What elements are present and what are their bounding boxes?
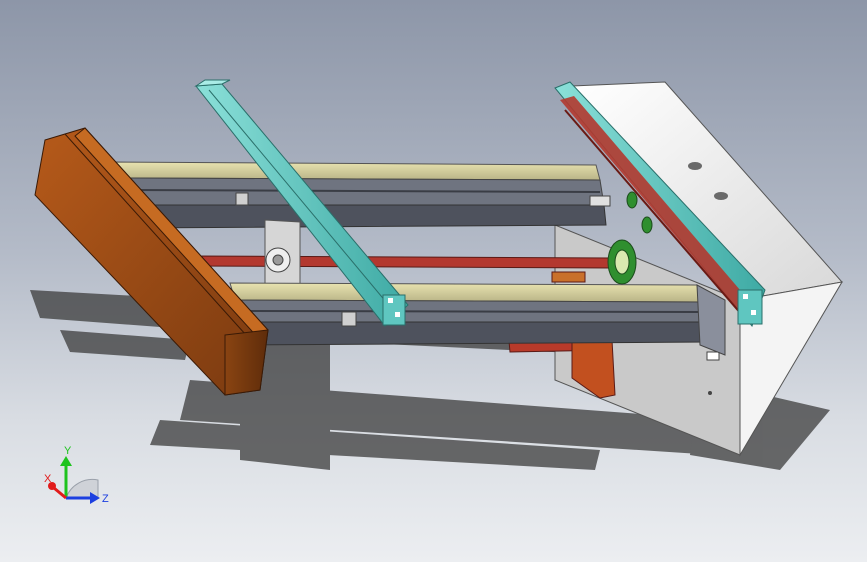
graphics-viewport[interactable]: Y Z X <box>0 0 867 562</box>
rear-rail[interactable] <box>114 161 607 229</box>
plate-hole <box>714 192 728 200</box>
front-rail[interactable] <box>229 282 707 346</box>
drive-rods[interactable] <box>194 255 611 269</box>
plate-hole <box>688 162 702 170</box>
cad-model-view[interactable] <box>0 0 867 562</box>
z-axis-label: Z <box>102 493 109 505</box>
coordinate-triad: Y Z X <box>44 445 109 505</box>
y-axis-label: Y <box>64 445 72 457</box>
y-axis-arrowhead <box>60 456 72 466</box>
left-bracket[interactable] <box>264 219 301 291</box>
x-axis-arrow <box>53 486 67 500</box>
x-axis-label: X <box>44 473 52 485</box>
